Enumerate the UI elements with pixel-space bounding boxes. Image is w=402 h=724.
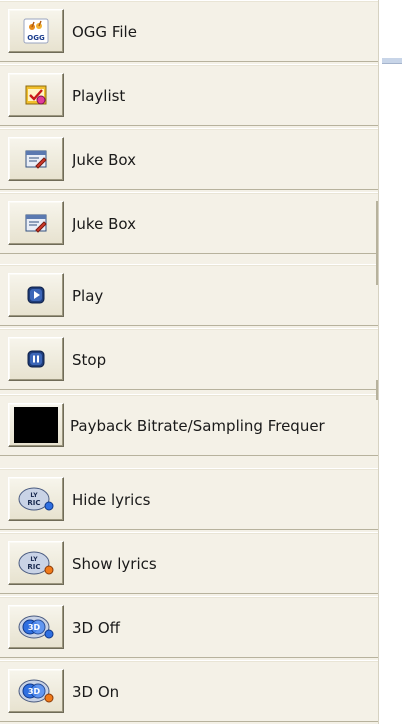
juke-box-button[interactable]: [8, 137, 64, 181]
list-item-show-lyrics[interactable]: LY RIC Show lyrics: [0, 532, 378, 594]
list-item-play[interactable]: Play: [0, 264, 378, 326]
list-item-label: 3D Off: [72, 619, 121, 637]
list-item-3d-off[interactable]: 3D 3D Off: [0, 596, 378, 658]
stop-icon: [27, 350, 45, 368]
svg-text:3D: 3D: [28, 623, 41, 632]
list-item-label: Hide lyrics: [72, 491, 151, 509]
lyrics-hide-icon: LY RIC: [16, 485, 56, 513]
scroll-indicator[interactable]: [382, 58, 402, 64]
svg-text:RIC: RIC: [27, 563, 40, 571]
list-item-label: 3D On: [72, 683, 120, 701]
show-lyrics-button[interactable]: LY RIC: [8, 541, 64, 585]
list-item-label: Play: [72, 287, 104, 305]
3d-on-icon: 3D: [16, 677, 56, 705]
list-item-label: Show lyrics: [72, 555, 157, 573]
list-item-ogg-file[interactable]: OGG OGG File: [0, 0, 378, 62]
list-item-juke-box[interactable]: Juke Box: [0, 128, 378, 190]
3d-off-button[interactable]: 3D: [8, 605, 64, 649]
svg-text:OGG: OGG: [27, 34, 45, 42]
list-item-playback-bitrate[interactable]: Payback Bitrate/Sampling Frequer: [0, 394, 378, 456]
divider: [376, 201, 378, 285]
list-item-juke-box-2[interactable]: Juke Box: [0, 192, 378, 254]
list-item-label: Playlist: [72, 87, 126, 105]
bitrate-button[interactable]: [8, 403, 64, 447]
svg-text:3D: 3D: [28, 687, 41, 696]
playlist-icon: [24, 83, 48, 107]
list-item-label: Juke Box: [72, 151, 136, 169]
command-list: OGG OGG File Playlist Juke Box Juke Box …: [0, 0, 379, 724]
svg-text:LY: LY: [30, 556, 38, 563]
page: OGG OGG File Playlist Juke Box Juke Box …: [0, 0, 402, 724]
list-item-label: Stop: [72, 351, 107, 369]
list-item-label: Juke Box: [72, 215, 136, 233]
3d-off-icon: 3D: [16, 613, 56, 641]
ogg-file-icon: OGG: [23, 18, 49, 44]
svg-text:RIC: RIC: [27, 499, 40, 507]
3d-on-button[interactable]: 3D: [8, 669, 64, 713]
divider: [376, 380, 378, 400]
play-button[interactable]: [8, 273, 64, 317]
play-icon: [27, 286, 45, 304]
list-item-stop[interactable]: Stop: [0, 328, 378, 390]
list-item-3d-on[interactable]: 3D 3D On: [0, 660, 378, 722]
juke-box-button[interactable]: [8, 201, 64, 245]
playlist-button[interactable]: [8, 73, 64, 117]
jukebox-icon: [24, 211, 48, 235]
list-item-hide-lyrics[interactable]: LY RIC Hide lyrics: [0, 468, 378, 530]
stop-button[interactable]: [8, 337, 64, 381]
list-item-playlist[interactable]: Playlist: [0, 64, 378, 126]
black-swatch-icon: [14, 407, 58, 443]
hide-lyrics-button[interactable]: LY RIC: [8, 477, 64, 521]
svg-text:LY: LY: [30, 492, 38, 499]
jukebox-icon: [24, 147, 48, 171]
list-item-label: OGG File: [72, 23, 137, 41]
ogg-file-button[interactable]: OGG: [8, 9, 64, 53]
list-item-label: Payback Bitrate/Sampling Frequer: [70, 417, 325, 435]
lyrics-show-icon: LY RIC: [16, 549, 56, 577]
